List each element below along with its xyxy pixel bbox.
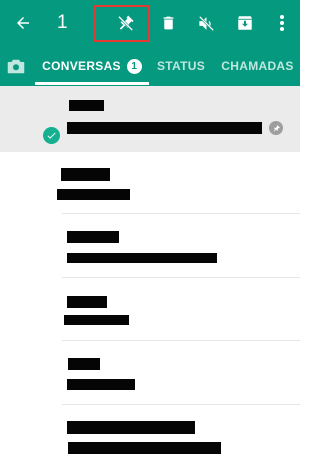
chat-row[interactable] [0,341,300,405]
delete-icon[interactable] [157,0,179,46]
redacted-message-preview [64,315,129,325]
redacted-contact-name [67,231,119,243]
redacted-message-preview [67,253,217,263]
redacted-contact-name [67,296,107,308]
unread-badge: 1 [126,58,142,74]
chat-row[interactable] [0,278,300,341]
archive-icon[interactable] [234,0,256,46]
selected-check-icon [43,127,60,144]
chat-row[interactable] [0,405,300,469]
tab-conversas[interactable]: CONVERSAS 1 [35,46,149,86]
active-tab-indicator [35,82,149,85]
back-arrow-icon[interactable] [10,0,36,46]
tab-bar: CONVERSAS 1 STATUS CHAMADAS [0,46,300,86]
redacted-contact-name [67,421,195,434]
chat-list [0,86,300,469]
unpin-highlight-box [93,5,150,42]
redacted-message-preview [67,379,135,390]
mute-icon[interactable] [194,0,218,46]
redacted-contact-name [68,358,100,370]
pinned-icon [269,121,283,135]
tab-chamadas-label: CHAMADAS [221,59,294,73]
chat-row[interactable] [0,214,300,278]
camera-icon[interactable] [0,46,32,86]
selected-count: 1 [57,12,68,33]
redacted-message-preview [68,442,221,454]
tab-status-label: STATUS [156,59,206,73]
tab-status[interactable]: STATUS [150,46,212,86]
redacted-message-preview [67,122,262,134]
redacted-contact-name [61,168,110,181]
tab-conversas-label: CONVERSAS [42,59,121,73]
selection-toolbar: 1 [0,0,300,46]
redacted-message-preview [57,189,130,200]
redacted-contact-name [69,100,104,111]
chat-row[interactable] [0,86,300,152]
tab-chamadas[interactable]: CHAMADAS [215,46,300,86]
more-vert-icon[interactable] [274,0,290,46]
chat-row[interactable] [0,152,300,214]
